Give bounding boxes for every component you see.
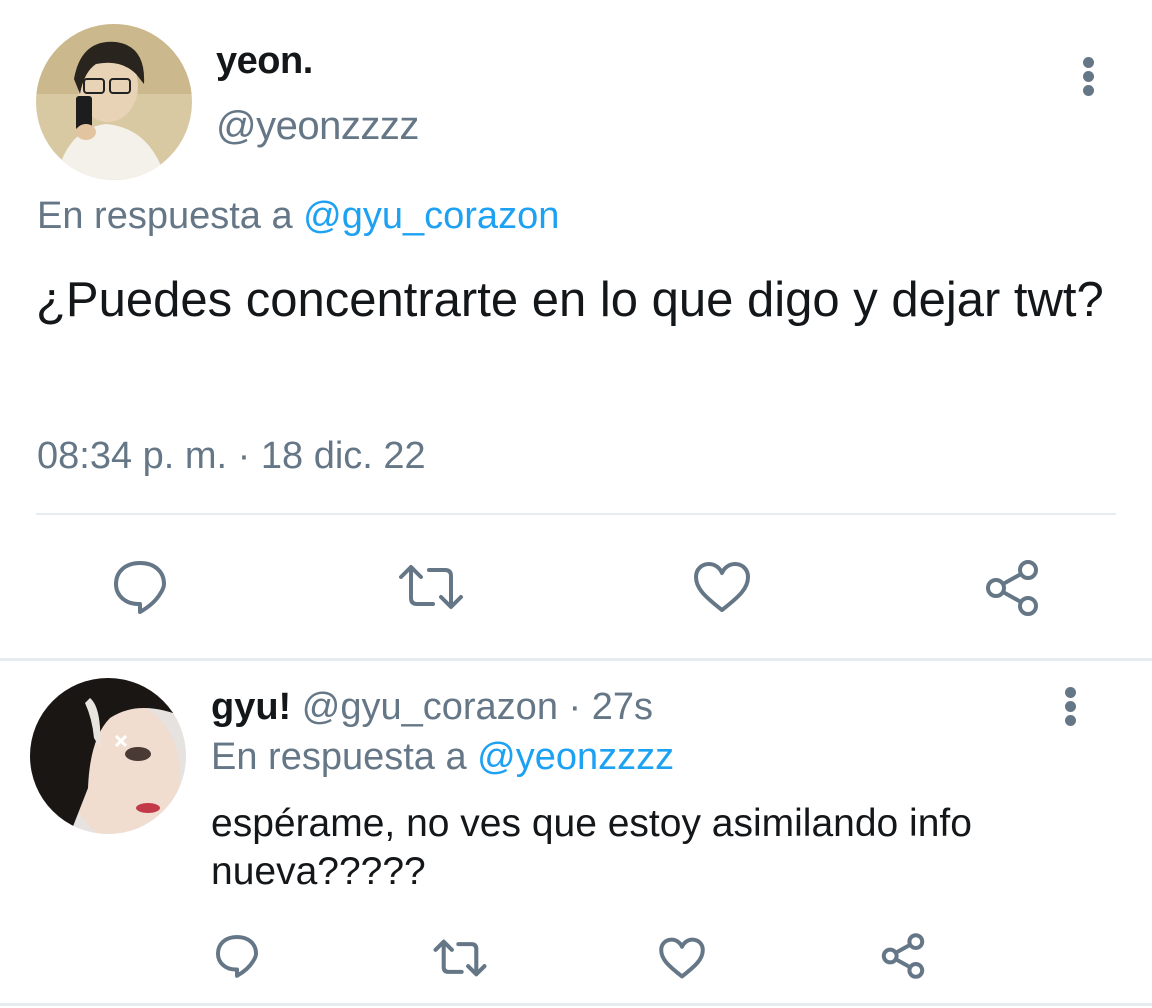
divider xyxy=(36,513,1116,515)
retweet-button[interactable] xyxy=(397,560,465,614)
avatar[interactable] xyxy=(30,678,186,834)
reply-context: En respuesta a @yeonzzzz xyxy=(211,736,674,779)
separator-dot: · xyxy=(568,686,582,728)
avatar-image xyxy=(30,678,186,834)
display-name[interactable]: gyu! xyxy=(211,686,291,728)
reply-header: gyu! @gyu_corazon · 27s xyxy=(211,686,653,729)
like-button[interactable] xyxy=(658,936,706,980)
reply-button[interactable] xyxy=(110,558,170,616)
user-handle[interactable]: @yeonzzzz xyxy=(216,104,419,149)
main-tweet: yeon. @yeonzzzz En respuesta a @gyu_cora… xyxy=(0,0,1152,658)
reply-mention-link[interactable]: @gyu_corazon xyxy=(303,195,559,237)
share-button[interactable] xyxy=(982,558,1042,618)
time-ago[interactable]: 27s xyxy=(592,686,653,728)
dot xyxy=(1065,687,1076,698)
dot xyxy=(1065,701,1076,712)
reply-icon xyxy=(114,561,166,614)
dot xyxy=(1065,715,1076,726)
like-button[interactable] xyxy=(692,560,752,614)
retweet-icon xyxy=(399,565,463,609)
bottom-separator xyxy=(0,1003,1152,1006)
share-icon xyxy=(986,560,1038,616)
retweet-button[interactable] xyxy=(432,936,488,980)
reply-prefix: En respuesta a xyxy=(211,736,467,778)
display-name[interactable]: yeon. xyxy=(216,40,313,83)
reply-mention-link[interactable]: @yeonzzzz xyxy=(477,736,674,778)
tweet-text: ¿Puedes concentrarte en lo que digo y de… xyxy=(36,273,1104,327)
reply-context: En respuesta a @gyu_corazon xyxy=(37,195,559,238)
reply-button[interactable] xyxy=(213,933,261,979)
retweet-icon xyxy=(433,939,487,977)
more-options-icon[interactable] xyxy=(1077,52,1101,100)
share-icon xyxy=(881,933,925,979)
dot xyxy=(1083,57,1094,68)
avatar[interactable] xyxy=(36,24,192,180)
avatar-image xyxy=(36,24,192,180)
like-icon xyxy=(659,937,705,979)
dot xyxy=(1083,85,1094,96)
tweet-timestamp[interactable]: 08:34 p. m. · 18 dic. 22 xyxy=(37,435,426,478)
tweet-separator xyxy=(0,658,1152,661)
dot xyxy=(1083,71,1094,82)
reply-prefix: En respuesta a xyxy=(37,195,293,237)
like-icon xyxy=(694,562,750,612)
user-handle[interactable]: @gyu_corazon xyxy=(302,686,558,728)
share-button[interactable] xyxy=(879,932,927,980)
more-options-icon[interactable] xyxy=(1059,682,1083,730)
tweet-text: espérame, no ves que estoy asimilando in… xyxy=(211,802,972,893)
reply-icon xyxy=(215,934,259,978)
